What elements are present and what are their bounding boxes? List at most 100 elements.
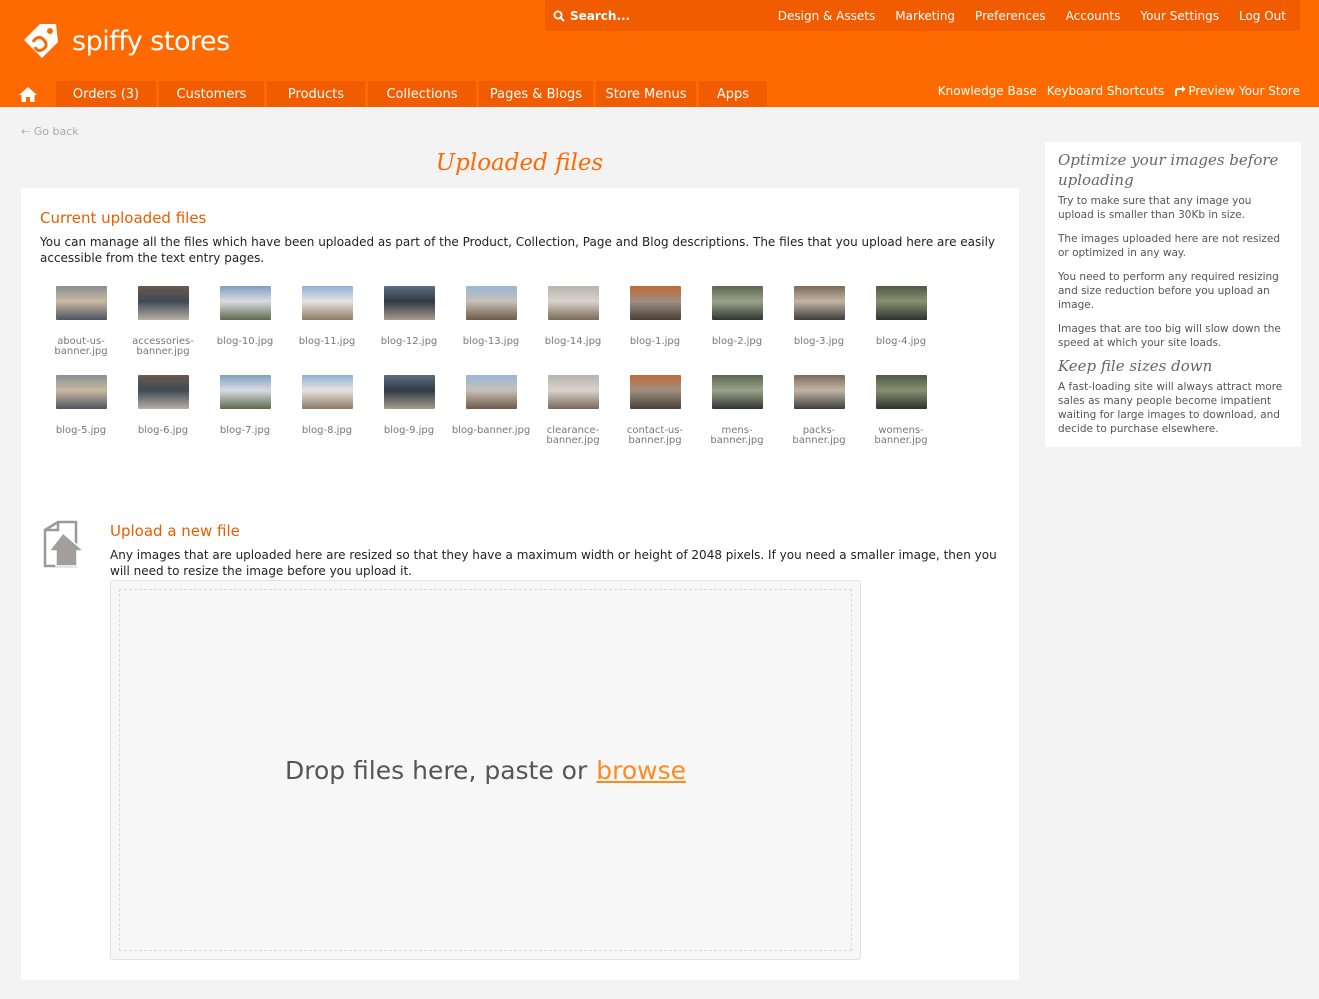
tips-paragraph: Images that are too big will slow down t…	[1058, 323, 1281, 349]
file-thumbnail	[137, 375, 189, 409]
link-accounts[interactable]: Accounts	[1066, 9, 1121, 23]
file-tile[interactable]: blog-10.jpg	[204, 286, 286, 357]
file-tile[interactable]: blog-14.jpg	[532, 286, 614, 357]
file-tile[interactable]: blog-banner.jpg	[450, 375, 532, 446]
file-thumbnail	[465, 375, 517, 409]
search-input[interactable]: Search...	[553, 9, 753, 23]
current-files-title: Current uploaded files	[40, 209, 207, 227]
home-button[interactable]	[0, 81, 56, 107]
file-name: mens-banner.jpg	[710, 425, 764, 446]
file-tile[interactable]: blog-4.jpg	[860, 286, 942, 357]
link-keyboard-shortcuts[interactable]: Keyboard Shortcuts	[1047, 84, 1165, 98]
file-name: blog-banner.jpg	[451, 425, 531, 436]
file-tile[interactable]: blog-5.jpg	[40, 375, 122, 446]
tab-products[interactable]: Products	[267, 81, 365, 107]
brand-logo[interactable]: spiffy stores	[20, 20, 230, 62]
file-name: blog-6.jpg	[137, 425, 189, 436]
tab-collections[interactable]: Collections	[368, 81, 476, 107]
tab-store-menus[interactable]: Store Menus	[596, 81, 696, 107]
file-grid: about-us-banner.jpg accessories-banner.jp…	[40, 286, 960, 446]
link-preferences[interactable]: Preferences	[975, 9, 1046, 23]
file-dropzone[interactable]: Drop files here, paste or browse	[110, 580, 861, 960]
file-thumbnail	[875, 375, 927, 409]
file-tile[interactable]: blog-1.jpg	[614, 286, 696, 357]
tab-pages-blogs[interactable]: Pages & Blogs	[479, 81, 593, 107]
tips-heading-optimize: Optimize your images before uploading	[1058, 151, 1279, 189]
page-title: Uploaded files	[435, 150, 604, 176]
file-name: blog-7.jpg	[219, 425, 271, 436]
file-tile[interactable]: clearance-banner.jpg	[532, 375, 614, 446]
main-nav: Orders (3) Customers Products Collection…	[0, 81, 770, 107]
file-tile[interactable]: packs-banner.jpg	[778, 375, 860, 446]
file-name: blog-12.jpg	[380, 336, 438, 347]
file-name: contact-us-banner.jpg	[626, 425, 684, 446]
file-name: womens-banner.jpg	[874, 425, 928, 446]
file-thumbnail	[547, 286, 599, 320]
file-name: clearance-banner.jpg	[546, 425, 600, 446]
link-your-settings[interactable]: Your Settings	[1140, 9, 1219, 23]
tips-sidebar: Optimize your images before uploading Tr…	[1045, 142, 1301, 447]
redirect-arrow-icon	[1175, 85, 1186, 96]
tab-orders[interactable]: Orders (3)	[56, 81, 156, 107]
preview-store-label: Preview Your Store	[1188, 84, 1300, 98]
tab-customers[interactable]: Customers	[159, 81, 264, 107]
home-icon	[19, 86, 37, 102]
file-thumbnail	[629, 286, 681, 320]
file-name: blog-4.jpg	[875, 336, 927, 347]
file-name: blog-3.jpg	[793, 336, 845, 347]
drop-instruction: Drop files here, paste or	[284, 755, 588, 785]
file-thumbnail	[629, 375, 681, 409]
browse-link[interactable]: browse	[596, 756, 686, 785]
file-tile[interactable]: blog-8.jpg	[286, 375, 368, 446]
file-thumbnail	[301, 286, 353, 320]
top-links: Design & Assets Marketing Preferences Ac…	[758, 9, 1300, 23]
go-back-label: Go back	[33, 125, 79, 138]
file-thumbnail	[793, 375, 845, 409]
search-placeholder: Search...	[570, 8, 631, 23]
file-tile[interactable]: blog-6.jpg	[122, 375, 204, 446]
file-tile[interactable]: blog-12.jpg	[368, 286, 450, 357]
search-icon	[553, 10, 565, 22]
file-tile[interactable]: blog-11.jpg	[286, 286, 368, 357]
file-thumbnail	[383, 286, 435, 320]
file-tile[interactable]: blog-9.jpg	[368, 375, 450, 446]
link-design-assets[interactable]: Design & Assets	[778, 9, 875, 23]
file-tile[interactable]: about-us-banner.jpg	[40, 286, 122, 357]
link-log-out[interactable]: Log Out	[1239, 9, 1286, 23]
brand-name: spiffy stores	[72, 25, 230, 57]
file-name: blog-5.jpg	[55, 425, 107, 436]
file-tile[interactable]: blog-13.jpg	[450, 286, 532, 357]
dropzone-text: Drop files here, paste or browse	[285, 756, 686, 785]
upload-title: Upload a new file	[110, 522, 240, 540]
file-tile[interactable]: accessories-banner.jpg	[122, 286, 204, 357]
file-tile[interactable]: mens-banner.jpg	[696, 375, 778, 446]
file-thumbnail	[547, 375, 599, 409]
app-header: spiffy stores Search... Design & Assets …	[0, 0, 1319, 107]
help-links: Knowledge Base Keyboard Shortcuts Previe…	[928, 84, 1300, 98]
file-tile[interactable]: womens-banner.jpg	[860, 375, 942, 446]
file-name: blog-13.jpg	[462, 336, 520, 347]
upload-file-icon	[43, 520, 86, 568]
link-knowledge-base[interactable]: Knowledge Base	[938, 84, 1037, 98]
file-name: packs-banner.jpg	[792, 425, 846, 446]
tips-paragraph: The images uploaded here are not resized…	[1058, 233, 1281, 259]
file-tile[interactable]: contact-us-banner.jpg	[614, 375, 696, 446]
link-marketing[interactable]: Marketing	[895, 9, 955, 23]
tag-logo-icon	[24, 24, 58, 58]
file-thumbnail	[55, 375, 107, 409]
file-tile[interactable]: blog-3.jpg	[778, 286, 860, 357]
tips-paragraph: Try to make sure that any image you uplo…	[1058, 195, 1252, 221]
go-back-link[interactable]: ⇠ Go back	[21, 125, 79, 138]
link-preview-store[interactable]: Preview Your Store	[1174, 84, 1300, 98]
file-thumbnail	[219, 375, 271, 409]
file-name: blog-2.jpg	[711, 336, 763, 347]
tips-heading-file-sizes: Keep file sizes down	[1058, 357, 1213, 375]
file-tile[interactable]: blog-2.jpg	[696, 286, 778, 357]
file-name: blog-10.jpg	[216, 336, 274, 347]
file-thumbnail	[711, 286, 763, 320]
file-name: blog-9.jpg	[383, 425, 435, 436]
tab-apps[interactable]: Apps	[699, 81, 767, 107]
file-name: blog-1.jpg	[629, 336, 681, 347]
file-tile[interactable]: blog-7.jpg	[204, 375, 286, 446]
tips-paragraph: A fast-loading site will always attract …	[1058, 381, 1283, 435]
